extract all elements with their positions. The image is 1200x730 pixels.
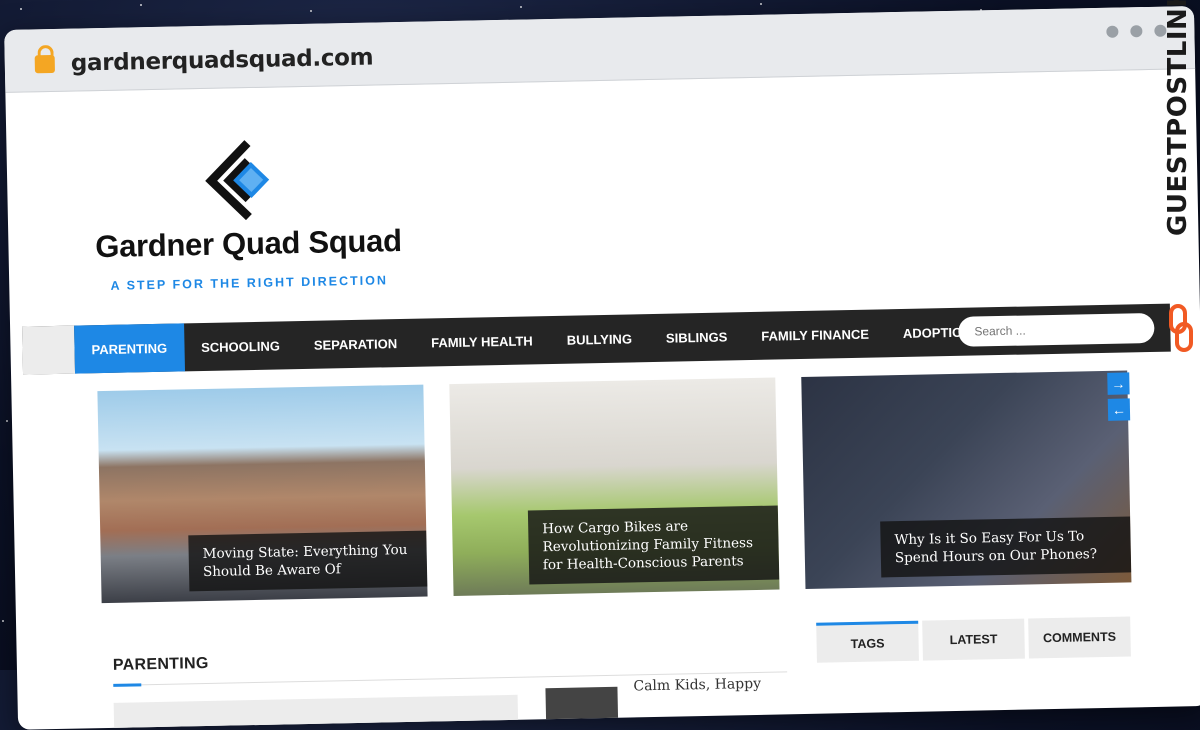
tab-comments[interactable]: COMMENTS <box>1028 616 1131 659</box>
address-bar-url[interactable]: gardnerquadsquad.com <box>71 45 374 77</box>
sidebar-tabs: TAGS LATEST COMMENTS <box>816 616 1131 663</box>
nav-item-separation[interactable]: SEPARATION <box>296 319 414 369</box>
featured-post-caption[interactable]: Why Is it So Easy For Us To Spend Hours … <box>880 516 1132 578</box>
dot-icon <box>1130 25 1143 38</box>
lock-icon <box>34 54 55 74</box>
chain-link-icon <box>1169 304 1193 352</box>
site-title: Gardner Quad Squad <box>94 223 402 265</box>
nav-item-schooling[interactable]: SCHOOLING <box>184 321 298 371</box>
section-title: PARENTING <box>112 654 209 674</box>
featured-post-caption[interactable]: Moving State: Everything You Should Be A… <box>188 530 428 592</box>
main-navigation: PARENTING SCHOOLING SEPARATION FAMILY HE… <box>22 303 1171 375</box>
arrow-right-icon[interactable]: → <box>1107 372 1130 395</box>
post-thumbnail[interactable] <box>545 686 619 725</box>
post-thumbnail[interactable] <box>113 694 519 730</box>
nav-item-family-finance[interactable]: FAMILY FINANCE <box>744 309 887 360</box>
watermark-text: GUESTPOSTLINKS <box>1163 0 1193 236</box>
section-accent-bar <box>113 683 142 687</box>
tab-latest[interactable]: LATEST <box>922 618 1025 661</box>
browser-window: gardnerquadsquad.com Gardner Quad Squad … <box>4 6 1200 730</box>
search-input[interactable] <box>958 312 1155 347</box>
featured-post-caption[interactable]: How Cargo Bikes are Revolutionizing Fami… <box>527 505 780 585</box>
nav-item-family-health[interactable]: FAMILY HEALTH <box>414 316 551 367</box>
web-page: Gardner Quad Squad A STEP FOR THE RIGHT … <box>5 69 1200 730</box>
featured-post-card[interactable]: Why Is it So Easy For Us To Spend Hours … <box>801 370 1132 589</box>
site-tagline: A STEP FOR THE RIGHT DIRECTION <box>110 273 389 293</box>
featured-post-card[interactable]: Moving State: Everything You Should Be A… <box>97 384 428 604</box>
tab-tags[interactable]: TAGS <box>816 620 919 663</box>
nav-spacer <box>22 325 76 375</box>
nav-item-siblings[interactable]: SIBLINGS <box>648 312 744 362</box>
nav-item-bullying[interactable]: BULLYING <box>549 314 649 364</box>
nav-item-parenting[interactable]: PARENTING <box>74 323 185 374</box>
post-title-link[interactable]: Calm Kids, Happy <box>633 676 761 695</box>
site-logo[interactable]: Gardner Quad Squad A STEP FOR THE RIGHT … <box>76 131 419 298</box>
featured-post-card[interactable]: How Cargo Bikes are Revolutionizing Fami… <box>449 377 780 597</box>
window-menu-dots[interactable] <box>1106 24 1167 38</box>
dot-icon <box>1106 25 1119 38</box>
slider-controls: → ← <box>1107 372 1131 421</box>
logo-diamond-icon <box>205 140 270 221</box>
arrow-left-icon[interactable]: ← <box>1107 398 1131 421</box>
